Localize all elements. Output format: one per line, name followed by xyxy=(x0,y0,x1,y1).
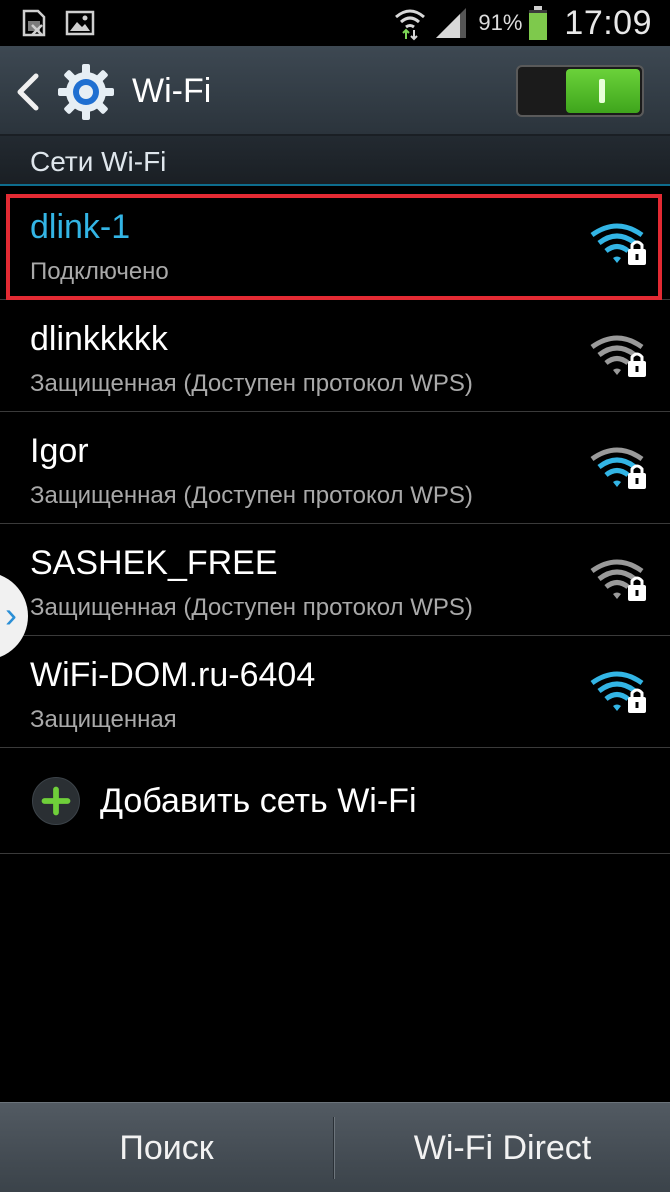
network-status: Защищенная (Доступен протокол WPS) xyxy=(30,594,473,621)
no-sim-icon xyxy=(22,9,46,37)
action-bar: Wi-Fi xyxy=(0,46,670,136)
network-status: Защищенная (Доступен протокол WPS) xyxy=(30,482,473,509)
network-name: dlink-1 xyxy=(30,208,131,246)
plus-icon xyxy=(32,777,80,825)
network-item[interactable]: SASHEK_FREE Защищенная (Доступен протоко… xyxy=(0,524,670,636)
battery-percent: 91% xyxy=(478,10,523,35)
gear-icon[interactable] xyxy=(56,62,116,122)
battery-icon xyxy=(529,6,548,40)
wifi-transfer-icon xyxy=(395,9,426,41)
chevron-left-icon[interactable] xyxy=(12,70,46,114)
wifi-lock-icon xyxy=(590,223,646,265)
bottom-bar: Поиск Wi-Fi Direct xyxy=(0,1102,670,1192)
network-name: SASHEK_FREE xyxy=(30,544,278,582)
section-title: Сети Wi-Fi xyxy=(30,146,167,177)
network-name: Igor xyxy=(30,432,89,470)
section-header: Сети Wi-Fi xyxy=(0,136,670,186)
search-button[interactable]: Поиск xyxy=(0,1103,333,1192)
network-status: Подключено xyxy=(30,258,169,285)
wifi-lock-icon xyxy=(590,671,646,713)
wifi-lock-icon xyxy=(590,447,646,489)
network-name: dlinkkkkk xyxy=(30,320,168,358)
network-item[interactable]: Igor Защищенная (Доступен протокол WPS) xyxy=(0,412,670,524)
network-item[interactable]: dlink-1 Подключено xyxy=(0,188,670,300)
network-name: WiFi-DOM.ru-6404 xyxy=(30,656,316,694)
status-bar: 91% 17:09 xyxy=(0,0,670,46)
add-network-row[interactable]: Добавить сеть Wi-Fi xyxy=(0,748,670,854)
wifi-lock-icon xyxy=(590,559,646,601)
signal-icon xyxy=(436,8,467,38)
chevron-right-icon: › xyxy=(5,594,17,635)
toggle-knob xyxy=(599,79,605,103)
wifi-toggle[interactable] xyxy=(516,65,644,117)
page-title: Wi-Fi xyxy=(132,72,212,110)
wifi-lock-icon xyxy=(590,335,646,377)
wifi-direct-button[interactable]: Wi-Fi Direct xyxy=(335,1103,670,1192)
network-status: Защищенная xyxy=(30,706,177,733)
clock: 17:09 xyxy=(564,3,652,42)
network-item[interactable]: WiFi-DOM.ru-6404 Защищенная xyxy=(0,636,670,748)
network-list: dlink-1 Подключено dlinkkkkk Защищенная … xyxy=(0,188,670,748)
gallery-icon xyxy=(65,10,95,36)
network-status: Защищенная (Доступен протокол WPS) xyxy=(30,370,473,397)
toggle-on-indicator xyxy=(566,69,640,113)
add-network-label: Добавить сеть Wi-Fi xyxy=(100,782,417,820)
network-item[interactable]: dlinkkkkk Защищенная (Доступен протокол … xyxy=(0,300,670,412)
